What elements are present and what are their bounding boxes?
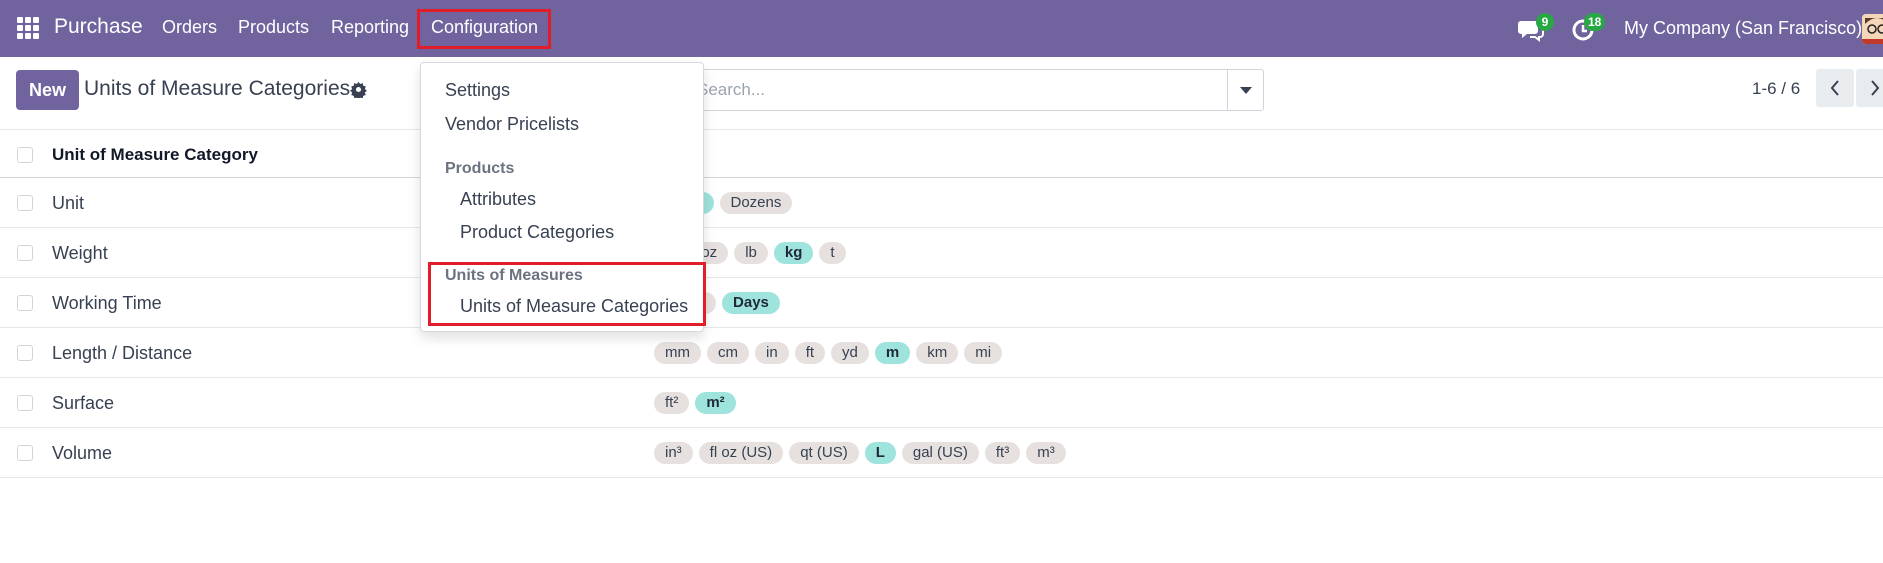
uom-tag: m³ [1026, 442, 1066, 464]
row-checkbox[interactable] [17, 445, 33, 461]
uom-tag: km [916, 342, 959, 364]
uom-category-list: Unit of Measure Category UnitUnitsDozens… [0, 130, 1883, 478]
uom-tag: Dozens [719, 192, 793, 214]
caret-down-icon[interactable] [1227, 70, 1263, 110]
uom-tag: t [819, 242, 846, 264]
table-row[interactable]: Weightgozlbkgt [0, 228, 1883, 278]
uom-tag: yd [831, 342, 869, 364]
category-name: Unit [52, 193, 85, 213]
row-checkbox[interactable] [17, 195, 33, 211]
menu-item-vendor-pricelists[interactable]: Vendor Pricelists [445, 114, 579, 135]
messages-badge: 9 [1536, 13, 1554, 31]
reference-uom-tag: kg [773, 242, 814, 264]
menu-products[interactable]: Products [238, 17, 309, 38]
pager-next-button[interactable] [1856, 69, 1883, 107]
search-input[interactable] [691, 70, 1229, 110]
company-switcher[interactable]: My Company (San Francisco) [1624, 18, 1862, 39]
list-header: Unit of Measure Category [0, 130, 1883, 178]
configuration-highlight-box [417, 9, 551, 49]
table-row[interactable]: Volume in³ fl oz (US) qt (US) Lgal (US) ft³ m³ [0, 428, 1883, 478]
uom-tag: gal (US) [901, 442, 979, 464]
avatar[interactable] [1862, 14, 1883, 44]
uom-tag: ft [794, 342, 826, 364]
app-brand[interactable]: Purchase [54, 15, 143, 39]
uom-tag: mi [964, 342, 1003, 364]
uom-tags: in³ fl oz (US) qt (US) Lgal (US) ft³ m³ [654, 442, 1066, 464]
chevron-right-icon [1871, 80, 1880, 96]
category-name: Weight [52, 243, 108, 263]
category-name: Volume [52, 443, 113, 463]
menu-item-product-categories[interactable]: Product Categories [460, 222, 614, 243]
uom-tag: in³ [654, 442, 693, 464]
table-row[interactable]: Working TimeHoursDays [0, 278, 1883, 328]
table-row[interactable]: Length / Distance mm cm in ft yd m km mi [0, 328, 1883, 378]
menu-orders[interactable]: Orders [162, 17, 217, 38]
uom-tag: ft² [654, 392, 690, 414]
menu-item-settings[interactable]: Settings [445, 80, 510, 101]
menu-section-products: Products [445, 160, 515, 177]
search-bar [690, 69, 1264, 111]
uom-tag: mm [654, 342, 701, 364]
menu-item-attributes[interactable]: Attributes [460, 189, 536, 210]
new-button[interactable]: New [16, 70, 79, 110]
gear-icon[interactable] [350, 81, 367, 100]
uom-tag: in [755, 342, 789, 364]
activities-badge: 18 [1584, 13, 1606, 31]
column-header-category[interactable]: Unit of Measure Category [52, 145, 258, 165]
chevron-left-icon [1830, 80, 1839, 96]
category-name: Surface [52, 393, 115, 413]
menu-reporting[interactable]: Reporting [331, 17, 409, 38]
select-all-checkbox[interactable] [17, 147, 33, 163]
uom-tags: mm cm in ft yd m km mi [654, 342, 1003, 364]
table-row[interactable]: UnitUnitsDozens [0, 178, 1883, 228]
uom-tag: cm [707, 342, 749, 364]
pager-previous-button[interactable] [1816, 69, 1854, 107]
configuration-dropdown: Settings Vendor Pricelists Products Attr… [420, 62, 706, 332]
uom-tag: ft³ [984, 442, 1021, 464]
uom-tag: fl oz (US) [698, 442, 784, 464]
reference-uom-tag: L [864, 442, 896, 464]
uom-tag: lb [734, 242, 768, 264]
reference-uom-tag: m [874, 342, 911, 364]
control-panel: New Units of Measure Categories 1-6 / 6 [0, 57, 1883, 130]
pager-value[interactable]: 1-6 / 6 [1752, 79, 1800, 99]
row-checkbox[interactable] [17, 345, 33, 361]
uom-tags: ft² m² [654, 392, 736, 414]
page-title: Units of Measure Categories [84, 77, 351, 100]
row-checkbox[interactable] [17, 245, 33, 261]
top-navbar: Purchase Orders Products Reporting Confi… [0, 0, 1883, 57]
reference-uom-tag: m² [695, 392, 736, 414]
table-row[interactable]: Surface ft² m² [0, 378, 1883, 428]
apps-grid-icon[interactable] [17, 17, 39, 39]
row-checkbox[interactable] [17, 295, 33, 311]
uom-tag: qt (US) [789, 442, 859, 464]
category-name: Working Time [52, 293, 162, 313]
category-name: Length / Distance [52, 343, 193, 363]
row-checkbox[interactable] [17, 395, 33, 411]
reference-uom-tag: Days [722, 292, 780, 314]
uom-categories-highlight-box [428, 262, 706, 326]
